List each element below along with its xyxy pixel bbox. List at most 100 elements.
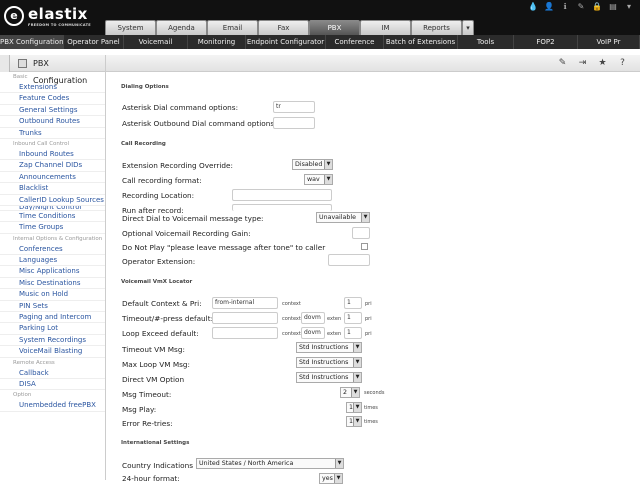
subnav-operator-panel[interactable]: Operator Panel <box>64 35 124 49</box>
subnav-conference[interactable]: Conference <box>326 35 384 49</box>
sidebar-item-zap-channel-dids[interactable]: Zap Channel DIDs <box>0 160 105 172</box>
error-retries-select[interactable]: 1 ▼ <box>346 416 362 427</box>
sidebar-item-time-conditions[interactable]: Time Conditions <box>0 211 105 223</box>
sidebar-item-paging-intercom[interactable]: Paging and Intercom <box>0 312 105 324</box>
sidebar-item-time-groups[interactable]: Time Groups <box>0 222 105 234</box>
direct-vm-option-select[interactable]: Std Instructions ▼ <box>296 372 362 383</box>
hour-format-select[interactable]: yes ▼ <box>319 473 343 484</box>
tab-agenda[interactable]: Agenda <box>156 20 207 35</box>
direct-vm-option-value: Std Instructions <box>299 374 349 381</box>
sidebar-item-conferences[interactable]: Conferences <box>0 244 105 256</box>
sidebar-item-callback[interactable]: Callback <box>0 368 105 379</box>
subnav-endpoint-configurator[interactable]: Endpoint Configurator <box>246 35 326 49</box>
sidebar-item-misc-applications[interactable]: Misc Applications <box>0 266 105 278</box>
timeout-context-input[interactable]: dovm <box>301 312 325 324</box>
subnav-voip-provider[interactable]: VoIP Pr <box>578 35 640 49</box>
pbx-subnav: PBX Configuration Operator Panel Voicema… <box>0 35 640 49</box>
sidebar-item-disa[interactable]: DISA <box>0 379 105 391</box>
chevron-down-icon: ▼ <box>324 160 332 169</box>
sidebar-item-languages[interactable]: Languages <box>0 255 105 267</box>
tab-fax[interactable]: Fax <box>258 20 309 35</box>
pencil-icon[interactable]: ✎ <box>576 2 586 12</box>
timeout-vm-msg-select[interactable]: Std Instructions ▼ <box>296 342 362 353</box>
tabs-more-button[interactable]: ▾ <box>462 20 474 35</box>
subnav-voicemail[interactable]: Voicemail <box>124 35 188 49</box>
user-icon[interactable]: 👤 <box>544 2 554 12</box>
max-loop-vm-msg-value: Std Instructions <box>299 359 349 366</box>
recording-override-value: Disabled <box>295 161 323 168</box>
recording-override-select[interactable]: Disabled ▼ <box>292 159 333 170</box>
default-pri-input[interactable]: 1 <box>344 297 362 309</box>
sidebar-item-parking-lot[interactable]: Parking Lot <box>0 323 105 335</box>
max-loop-vm-msg-select[interactable]: Std Instructions ▼ <box>296 357 362 368</box>
water-drop-icon[interactable]: 💧 <box>528 2 538 12</box>
timeout-exten-input[interactable]: 1 <box>344 312 362 324</box>
sidebar-item-outbound-routes[interactable]: Outbound Routes <box>0 116 105 128</box>
sidebar-title: PBX Configuration <box>33 59 88 85</box>
loop-exten-input[interactable]: 1 <box>344 327 362 339</box>
default-pri-word: pri <box>365 301 372 307</box>
tab-im[interactable]: IM <box>360 20 411 35</box>
sidebar-item-blacklist[interactable]: Blacklist <box>0 183 105 195</box>
sidebar-item-unembedded-freepbx[interactable]: Unembedded freePBX <box>0 400 105 412</box>
sidebar-item-misc-destinations[interactable]: Misc Destinations <box>0 278 105 290</box>
sidebar-item-pin-sets[interactable]: PIN Sets <box>0 301 105 313</box>
sidebar-collapse-handle[interactable] <box>0 55 10 72</box>
sidebar-item-announcements[interactable]: Announcements <box>0 172 105 184</box>
sidebar-item-inbound-routes[interactable]: Inbound Routes <box>0 149 105 161</box>
chevron-down-icon[interactable]: ▾ <box>624 2 634 12</box>
subnav-batch-of-extensions[interactable]: Batch of Extensions <box>384 35 458 49</box>
subnav-fop2[interactable]: FOP2 <box>514 35 578 49</box>
msg-timeout-select[interactable]: 2 ▼ <box>340 387 360 398</box>
msg-play-select[interactable]: 1 ▼ <box>346 402 362 413</box>
config-icon <box>18 59 27 68</box>
recording-format-select[interactable]: wav ▼ <box>304 174 333 185</box>
tab-email[interactable]: Email <box>207 20 258 35</box>
tab-pbx[interactable]: PBX <box>309 20 360 35</box>
recording-location-input[interactable] <box>232 189 332 201</box>
logo-name: elastix <box>28 5 88 23</box>
help-icon[interactable]: ? <box>617 58 628 69</box>
vm-gain-label: Optional Voicemail Recording Gain: <box>122 229 251 238</box>
tab-system[interactable]: System <box>105 20 156 35</box>
lock-icon[interactable]: 🔒 <box>592 2 602 12</box>
country-indications-select[interactable]: United States / North America ▼ <box>196 458 344 469</box>
operator-extension-input[interactable] <box>328 254 370 266</box>
clipboard-icon[interactable]: ▤ <box>608 2 618 12</box>
msg-timeout-value: 2 <box>343 389 348 396</box>
content-toolbar: ✎ ⇥ ★ ? <box>106 55 640 72</box>
sidebar-item-system-recordings[interactable]: System Recordings <box>0 335 105 347</box>
sidebar-item-callerid-lookup[interactable]: CallerID Lookup Sources <box>0 195 105 206</box>
tab-reports[interactable]: Reports <box>411 20 462 35</box>
subnav-tools[interactable]: Tools <box>458 35 514 49</box>
direct-dial-vm-value: Unavailable <box>319 214 357 221</box>
sidebar-item-general-settings[interactable]: General Settings <box>0 105 105 117</box>
sidebar-item-music-on-hold[interactable]: Music on Hold <box>0 289 105 301</box>
star-icon[interactable]: ★ <box>597 58 608 69</box>
run-after-record-input[interactable] <box>232 204 332 211</box>
info-icon[interactable]: ℹ <box>560 2 570 12</box>
loop-exceed-label: Loop Exceed default: <box>122 329 199 338</box>
sidebar-item-trunks[interactable]: Trunks <box>0 128 105 139</box>
direct-vm-option-label: Direct VM Option <box>122 375 185 384</box>
edit-icon[interactable]: ✎ <box>557 58 568 69</box>
recording-location-label: Recording Location: <box>122 191 195 200</box>
sidebar-section-inbound: Inbound Call Control <box>13 140 70 147</box>
dial-options-input[interactable]: tr <box>273 101 315 113</box>
direct-dial-vm-select[interactable]: Unavailable ▼ <box>316 212 370 223</box>
elastix-logo[interactable]: e elastix FREEDOM TO COMMUNICATE <box>4 4 94 30</box>
default-context-input[interactable]: from-internal <box>212 297 278 309</box>
timeout-default-input[interactable] <box>212 312 278 324</box>
no-play-message-checkbox[interactable] <box>361 243 368 250</box>
seconds-word: seconds <box>364 390 385 396</box>
outbound-dial-options-input[interactable] <box>273 117 315 129</box>
subnav-monitoring[interactable]: Monitoring <box>188 35 246 49</box>
vm-gain-input[interactable] <box>352 227 370 239</box>
subnav-pbx-configuration[interactable]: PBX Configuration <box>0 35 64 49</box>
pin-icon[interactable]: ⇥ <box>577 58 588 69</box>
sidebar-item-feature-codes[interactable]: Feature Codes <box>0 93 105 105</box>
main-content: ✎ ⇥ ★ ? Dialing Options Asterisk Dial co… <box>106 55 640 484</box>
loop-context-input[interactable]: dovm <box>301 327 325 339</box>
sidebar-item-voicemail-blasting[interactable]: VoiceMail Blasting <box>0 346 105 358</box>
loop-exceed-input[interactable] <box>212 327 278 339</box>
